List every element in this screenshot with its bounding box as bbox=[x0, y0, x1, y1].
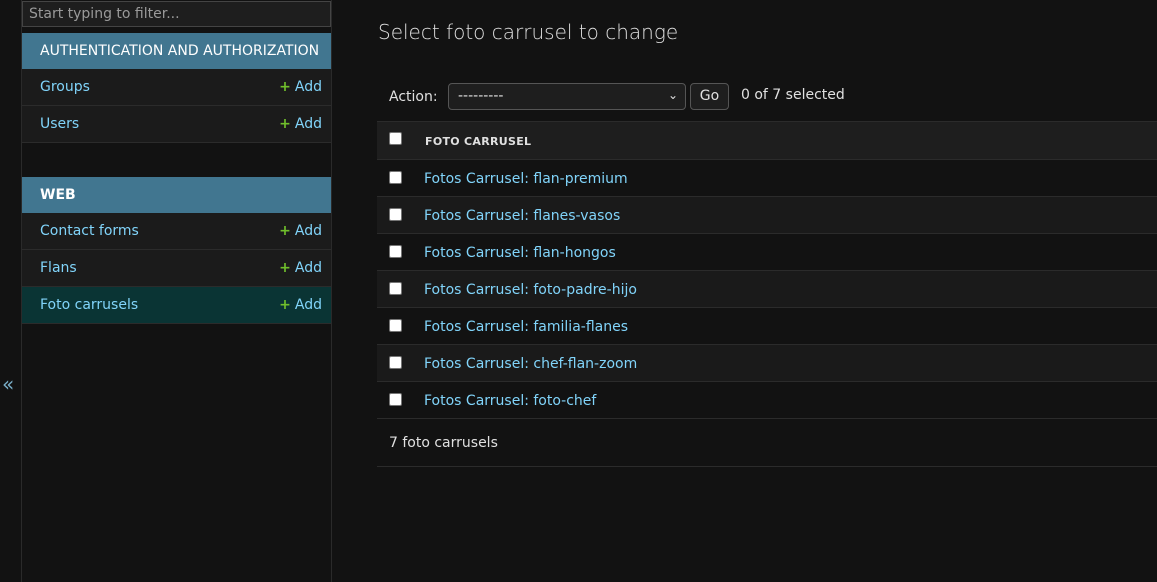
module-caption[interactable]: AUTHENTICATION AND AUTHORIZATION bbox=[22, 33, 331, 69]
sidebar-item-groups: Groups + Add bbox=[22, 69, 331, 106]
table-row: Fotos Carrusel: flanes-vasos bbox=[377, 196, 1157, 233]
column-header-foto-carrusel[interactable]: FOTO CARRUSEL bbox=[425, 135, 531, 148]
row-checkbox[interactable] bbox=[389, 208, 402, 221]
table-header: FOTO CARRUSEL bbox=[377, 121, 1157, 159]
go-button[interactable]: Go bbox=[690, 83, 729, 110]
row-link[interactable]: Fotos Carrusel: foto-padre-hijo bbox=[424, 282, 637, 298]
sidebar-item-contact-forms: Contact forms + Add bbox=[22, 213, 331, 250]
table-row: Fotos Carrusel: flan-premium bbox=[377, 159, 1157, 196]
table-row: Fotos Carrusel: chef-flan-zoom bbox=[377, 344, 1157, 381]
action-label: Action: bbox=[389, 89, 438, 105]
plus-icon: + bbox=[279, 297, 291, 313]
model-link-groups[interactable]: Groups bbox=[40, 79, 90, 95]
model-link-users[interactable]: Users bbox=[40, 116, 79, 132]
double-chevron-left-icon[interactable]: « bbox=[2, 374, 14, 394]
result-count: 7 foto carrusels bbox=[389, 435, 498, 451]
add-foto-carrusels-link[interactable]: + Add bbox=[279, 297, 322, 313]
plus-icon: + bbox=[279, 116, 291, 132]
row-link[interactable]: Fotos Carrusel: flan-hongos bbox=[424, 245, 616, 261]
result-list: FOTO CARRUSEL Fotos Carrusel: flan-premi… bbox=[377, 121, 1157, 467]
table-row: Fotos Carrusel: flan-hongos bbox=[377, 233, 1157, 270]
plus-icon: + bbox=[279, 260, 291, 276]
row-link[interactable]: Fotos Carrusel: chef-flan-zoom bbox=[424, 356, 637, 372]
paginator: 7 foto carrusels bbox=[377, 418, 1157, 467]
add-label: Add bbox=[294, 260, 322, 276]
row-checkbox[interactable] bbox=[389, 393, 402, 406]
row-checkbox[interactable] bbox=[389, 356, 402, 369]
page-title: Select foto carrusel to change bbox=[378, 20, 679, 44]
add-label: Add bbox=[294, 116, 322, 132]
module-caption[interactable]: WEB bbox=[22, 177, 331, 213]
model-link-flans[interactable]: Flans bbox=[40, 260, 77, 276]
sidebar-item-flans: Flans + Add bbox=[22, 250, 331, 287]
module-authentication: AUTHENTICATION AND AUTHORIZATION Groups … bbox=[22, 33, 331, 143]
model-link-foto-carrusels[interactable]: Foto carrusels bbox=[40, 297, 138, 313]
actions-bar: Action: --------- ⌄ Go 0 of 7 selected bbox=[377, 80, 1157, 120]
add-label: Add bbox=[294, 223, 322, 239]
add-flans-link[interactable]: + Add bbox=[279, 260, 322, 276]
nav-filter-input[interactable] bbox=[22, 1, 331, 27]
action-select-value: --------- bbox=[458, 88, 504, 104]
plus-icon: + bbox=[279, 79, 291, 95]
sidebar: AUTHENTICATION AND AUTHORIZATION Groups … bbox=[22, 0, 332, 582]
table-row: Fotos Carrusel: foto-padre-hijo bbox=[377, 270, 1157, 307]
table-row: Fotos Carrusel: familia-flanes bbox=[377, 307, 1157, 344]
row-checkbox[interactable] bbox=[389, 282, 402, 295]
row-link[interactable]: Fotos Carrusel: familia-flanes bbox=[424, 319, 628, 335]
module-web: WEB Contact forms + Add Flans + Add Foto c… bbox=[22, 177, 331, 324]
add-contact-forms-link[interactable]: + Add bbox=[279, 223, 322, 239]
add-label: Add bbox=[294, 297, 322, 313]
add-label: Add bbox=[294, 79, 322, 95]
row-link[interactable]: Fotos Carrusel: foto-chef bbox=[424, 393, 596, 409]
add-groups-link[interactable]: + Add bbox=[279, 79, 322, 95]
select-all-checkbox[interactable] bbox=[389, 132, 402, 145]
chevron-down-icon: ⌄ bbox=[667, 88, 678, 102]
plus-icon: + bbox=[279, 223, 291, 239]
main-content: Select foto carrusel to change Action: -… bbox=[333, 0, 1157, 582]
model-link-contact-forms[interactable]: Contact forms bbox=[40, 223, 139, 239]
sidebar-toggle[interactable]: « bbox=[0, 0, 22, 582]
sidebar-item-users: Users + Add bbox=[22, 106, 331, 143]
row-link[interactable]: Fotos Carrusel: flan-premium bbox=[424, 171, 628, 187]
sidebar-item-foto-carrusels: Foto carrusels + Add bbox=[22, 287, 331, 324]
row-link[interactable]: Fotos Carrusel: flanes-vasos bbox=[424, 208, 620, 224]
row-checkbox[interactable] bbox=[389, 319, 402, 332]
row-checkbox[interactable] bbox=[389, 245, 402, 258]
add-users-link[interactable]: + Add bbox=[279, 116, 322, 132]
row-checkbox[interactable] bbox=[389, 171, 402, 184]
table-row: Fotos Carrusel: foto-chef bbox=[377, 381, 1157, 418]
selection-counter: 0 of 7 selected bbox=[741, 87, 845, 103]
action-select[interactable]: --------- ⌄ bbox=[448, 83, 686, 110]
